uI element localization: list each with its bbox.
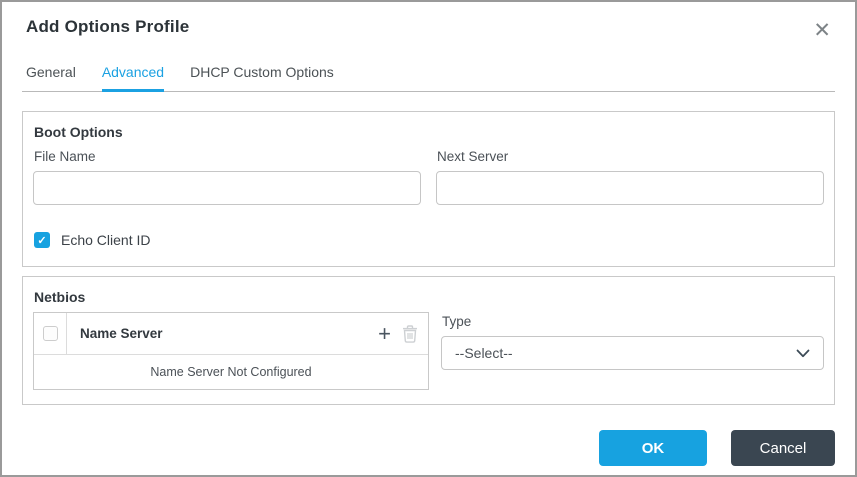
add-options-profile-dialog: Add Options Profile ✕ General Advanced D… [0, 0, 857, 477]
boot-options-section: Boot Options File Name Next Server ✓ Ech… [22, 111, 835, 267]
dialog-title: Add Options Profile [26, 17, 190, 36]
file-name-label: File Name [34, 149, 96, 164]
type-select[interactable]: --Select-- [441, 336, 824, 370]
dialog-header: Add Options Profile ✕ [2, 2, 855, 43]
type-field-group: Type --Select-- [441, 312, 824, 370]
close-icon[interactable]: ✕ [809, 18, 835, 43]
netbios-section: Netbios Name Server + Name Server Not Co… [22, 276, 835, 405]
name-server-table: Name Server + Name Server Not Configured [33, 312, 429, 390]
delete-name-server-icon[interactable] [402, 324, 418, 343]
netbios-content-row: Name Server + Name Server Not Configured… [33, 312, 824, 390]
chevron-down-icon [796, 349, 810, 358]
file-name-field-group: File Name [33, 147, 421, 205]
name-server-column-header: Name Server [80, 326, 163, 341]
type-label: Type [442, 314, 472, 329]
select-all-checkbox[interactable] [42, 326, 58, 341]
echo-client-id-row: ✓ Echo Client ID [34, 232, 824, 248]
name-server-empty-message: Name Server Not Configured [150, 365, 312, 379]
checkmark-icon: ✓ [37, 234, 47, 247]
next-server-label: Next Server [437, 149, 509, 164]
file-name-input[interactable] [33, 171, 421, 205]
netbios-heading: Netbios [34, 289, 86, 305]
echo-client-id-label: Echo Client ID [61, 232, 151, 248]
add-name-server-icon[interactable]: + [378, 322, 391, 344]
ok-button[interactable]: OK [599, 430, 707, 466]
next-server-field-group: Next Server [436, 147, 824, 205]
next-server-input[interactable] [436, 171, 824, 205]
tab-dhcp-custom-options[interactable]: DHCP Custom Options [190, 59, 334, 92]
echo-client-id-checkbox[interactable]: ✓ [34, 232, 50, 248]
boot-options-heading: Boot Options [34, 124, 123, 140]
boot-options-fields: File Name Next Server [33, 147, 824, 205]
dialog-footer: OK Cancel [599, 430, 835, 466]
name-server-table-header: Name Server + [34, 313, 428, 355]
type-select-value: --Select-- [455, 345, 513, 361]
cancel-button[interactable]: Cancel [731, 430, 835, 466]
tab-advanced[interactable]: Advanced [101, 59, 165, 92]
tab-bar: General Advanced DHCP Custom Options [22, 59, 835, 92]
select-all-cell [34, 313, 67, 354]
tab-general[interactable]: General [26, 59, 76, 92]
table-actions: + [378, 322, 428, 344]
